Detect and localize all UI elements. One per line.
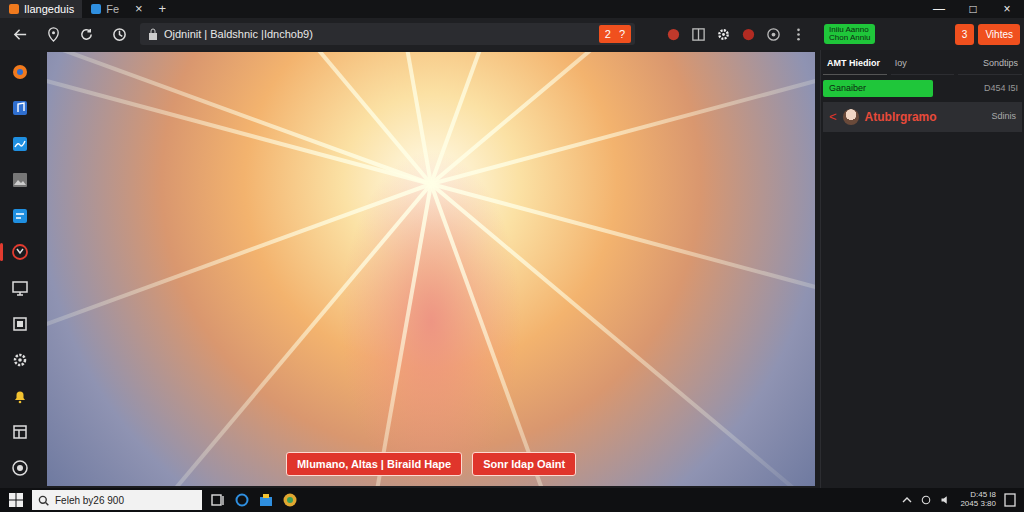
- search-box[interactable]: Feleh by26 900: [32, 490, 202, 510]
- search-icon: [38, 495, 49, 506]
- box-icon: [11, 315, 29, 333]
- toolbar: Ojdninit | Baldshnic |Idnchob9) 2? Iniiu…: [0, 18, 1024, 50]
- history-icon[interactable]: [112, 27, 127, 42]
- viewer-button[interactable]: Sonr Idap Oaint: [472, 452, 576, 477]
- back-button[interactable]: <: [829, 107, 837, 127]
- sidebar-item[interactable]: [7, 456, 33, 480]
- alert-icon: [11, 243, 29, 261]
- sidebar-item[interactable]: [7, 60, 33, 84]
- sidebar: [0, 50, 40, 488]
- back-icon[interactable]: [13, 27, 28, 42]
- light-ray: [430, 52, 815, 186]
- reload-icon[interactable]: [79, 27, 94, 42]
- tab-icon: [90, 3, 102, 15]
- sidebar-item[interactable]: [7, 276, 33, 300]
- panel-item[interactable]: < Atublrgramo Sdinis: [823, 102, 1022, 132]
- light-ray: [339, 184, 433, 486]
- tab-strip: IlangeduisFe × + — □ ×: [0, 0, 1024, 18]
- cortana-icon[interactable]: [234, 492, 250, 508]
- split-view-icon[interactable]: [691, 27, 706, 42]
- sidebar-item[interactable]: [7, 96, 33, 120]
- clock[interactable]: D:45 I82045 3:80: [960, 491, 996, 509]
- light-ray: [430, 182, 815, 320]
- sidebar-item[interactable]: [7, 348, 33, 372]
- close-tab-button[interactable]: ×: [127, 0, 151, 19]
- url-text[interactable]: Ojdninit | Baldshnic |Idnchob9): [164, 26, 593, 43]
- action-button[interactable]: Vihtes: [978, 24, 1020, 45]
- speaker-icon[interactable]: [940, 494, 952, 506]
- location-icon[interactable]: [46, 27, 61, 42]
- message-icon: [11, 207, 29, 225]
- taskbar: Feleh by26 900 D:45 I82045 3:80: [0, 488, 1024, 512]
- task-view-icon[interactable]: [210, 492, 226, 508]
- sidebar-item[interactable]: [7, 204, 33, 228]
- sidebar-item[interactable]: [7, 240, 33, 264]
- browser-tab[interactable]: Ilangeduis: [0, 0, 82, 18]
- count-button[interactable]: 3: [955, 24, 975, 45]
- panel-tab[interactable]: Sondtips: [958, 54, 1022, 75]
- target-icon[interactable]: [766, 27, 781, 42]
- item-status: Sdinis: [991, 110, 1016, 124]
- sidebar-item[interactable]: [7, 420, 33, 444]
- layout-icon: [11, 423, 29, 441]
- bell-icon: [11, 387, 29, 405]
- avatar-icon: [843, 109, 859, 125]
- close-button[interactable]: ×: [990, 0, 1024, 18]
- windows-icon[interactable]: [8, 492, 24, 508]
- browser-icon: [11, 63, 29, 81]
- viewer-button[interactable]: Mlumano, Altas | Biraild Hape: [286, 452, 462, 477]
- reading-text: D454 I5I: [984, 82, 1022, 96]
- sidebar-item[interactable]: [7, 312, 33, 336]
- minimize-button[interactable]: —: [922, 0, 956, 18]
- photo-icon: [11, 171, 29, 189]
- light-ray: [429, 184, 611, 486]
- music-icon: [11, 99, 29, 117]
- store-icon[interactable]: [258, 492, 274, 508]
- window-controls: — □ ×: [922, 0, 1024, 18]
- network-icon[interactable]: [920, 494, 932, 506]
- gear-icon[interactable]: [716, 27, 731, 42]
- address-badge[interactable]: 2?: [599, 25, 631, 44]
- lock-icon: [148, 28, 158, 40]
- green-button[interactable]: Iniiu AannoChon Anniu: [824, 24, 875, 45]
- new-tab-button[interactable]: +: [151, 0, 175, 19]
- item-name: Atublrgramo: [865, 108, 937, 126]
- artwork-image: Mlumano, Altas | Biraild Hape Sonr Idap …: [47, 52, 815, 486]
- notification-icon[interactable]: [1004, 493, 1016, 507]
- green-bar-button[interactable]: Ganaiber: [823, 80, 933, 98]
- record-icon: [11, 459, 29, 477]
- maximize-button[interactable]: □: [956, 0, 990, 18]
- light-ray: [95, 183, 432, 486]
- record-icon[interactable]: [741, 27, 756, 42]
- sidebar-item[interactable]: [7, 384, 33, 408]
- panel-tab[interactable]: AMT Hiedior: [823, 54, 887, 75]
- menu-icon[interactable]: [791, 27, 806, 42]
- browser-icon[interactable]: [282, 492, 298, 508]
- chart-icon: [11, 135, 29, 153]
- light-ray: [47, 182, 432, 364]
- settings-icon: [11, 351, 29, 369]
- tab-icon: [8, 3, 20, 15]
- side-panel: AMT HiediorIoySondtips Ganaiber D454 I5I…: [820, 50, 1024, 488]
- panel-tab[interactable]: Ioy: [891, 54, 955, 75]
- sidebar-item[interactable]: [7, 132, 33, 156]
- chevron-icon[interactable]: [902, 495, 912, 505]
- screen-icon: [11, 279, 29, 297]
- sidebar-item[interactable]: [7, 168, 33, 192]
- address-bar[interactable]: Ojdninit | Baldshnic |Idnchob9) 2?: [140, 23, 635, 45]
- browser-tab[interactable]: Fe: [82, 0, 127, 18]
- extension-icon[interactable]: [666, 27, 681, 42]
